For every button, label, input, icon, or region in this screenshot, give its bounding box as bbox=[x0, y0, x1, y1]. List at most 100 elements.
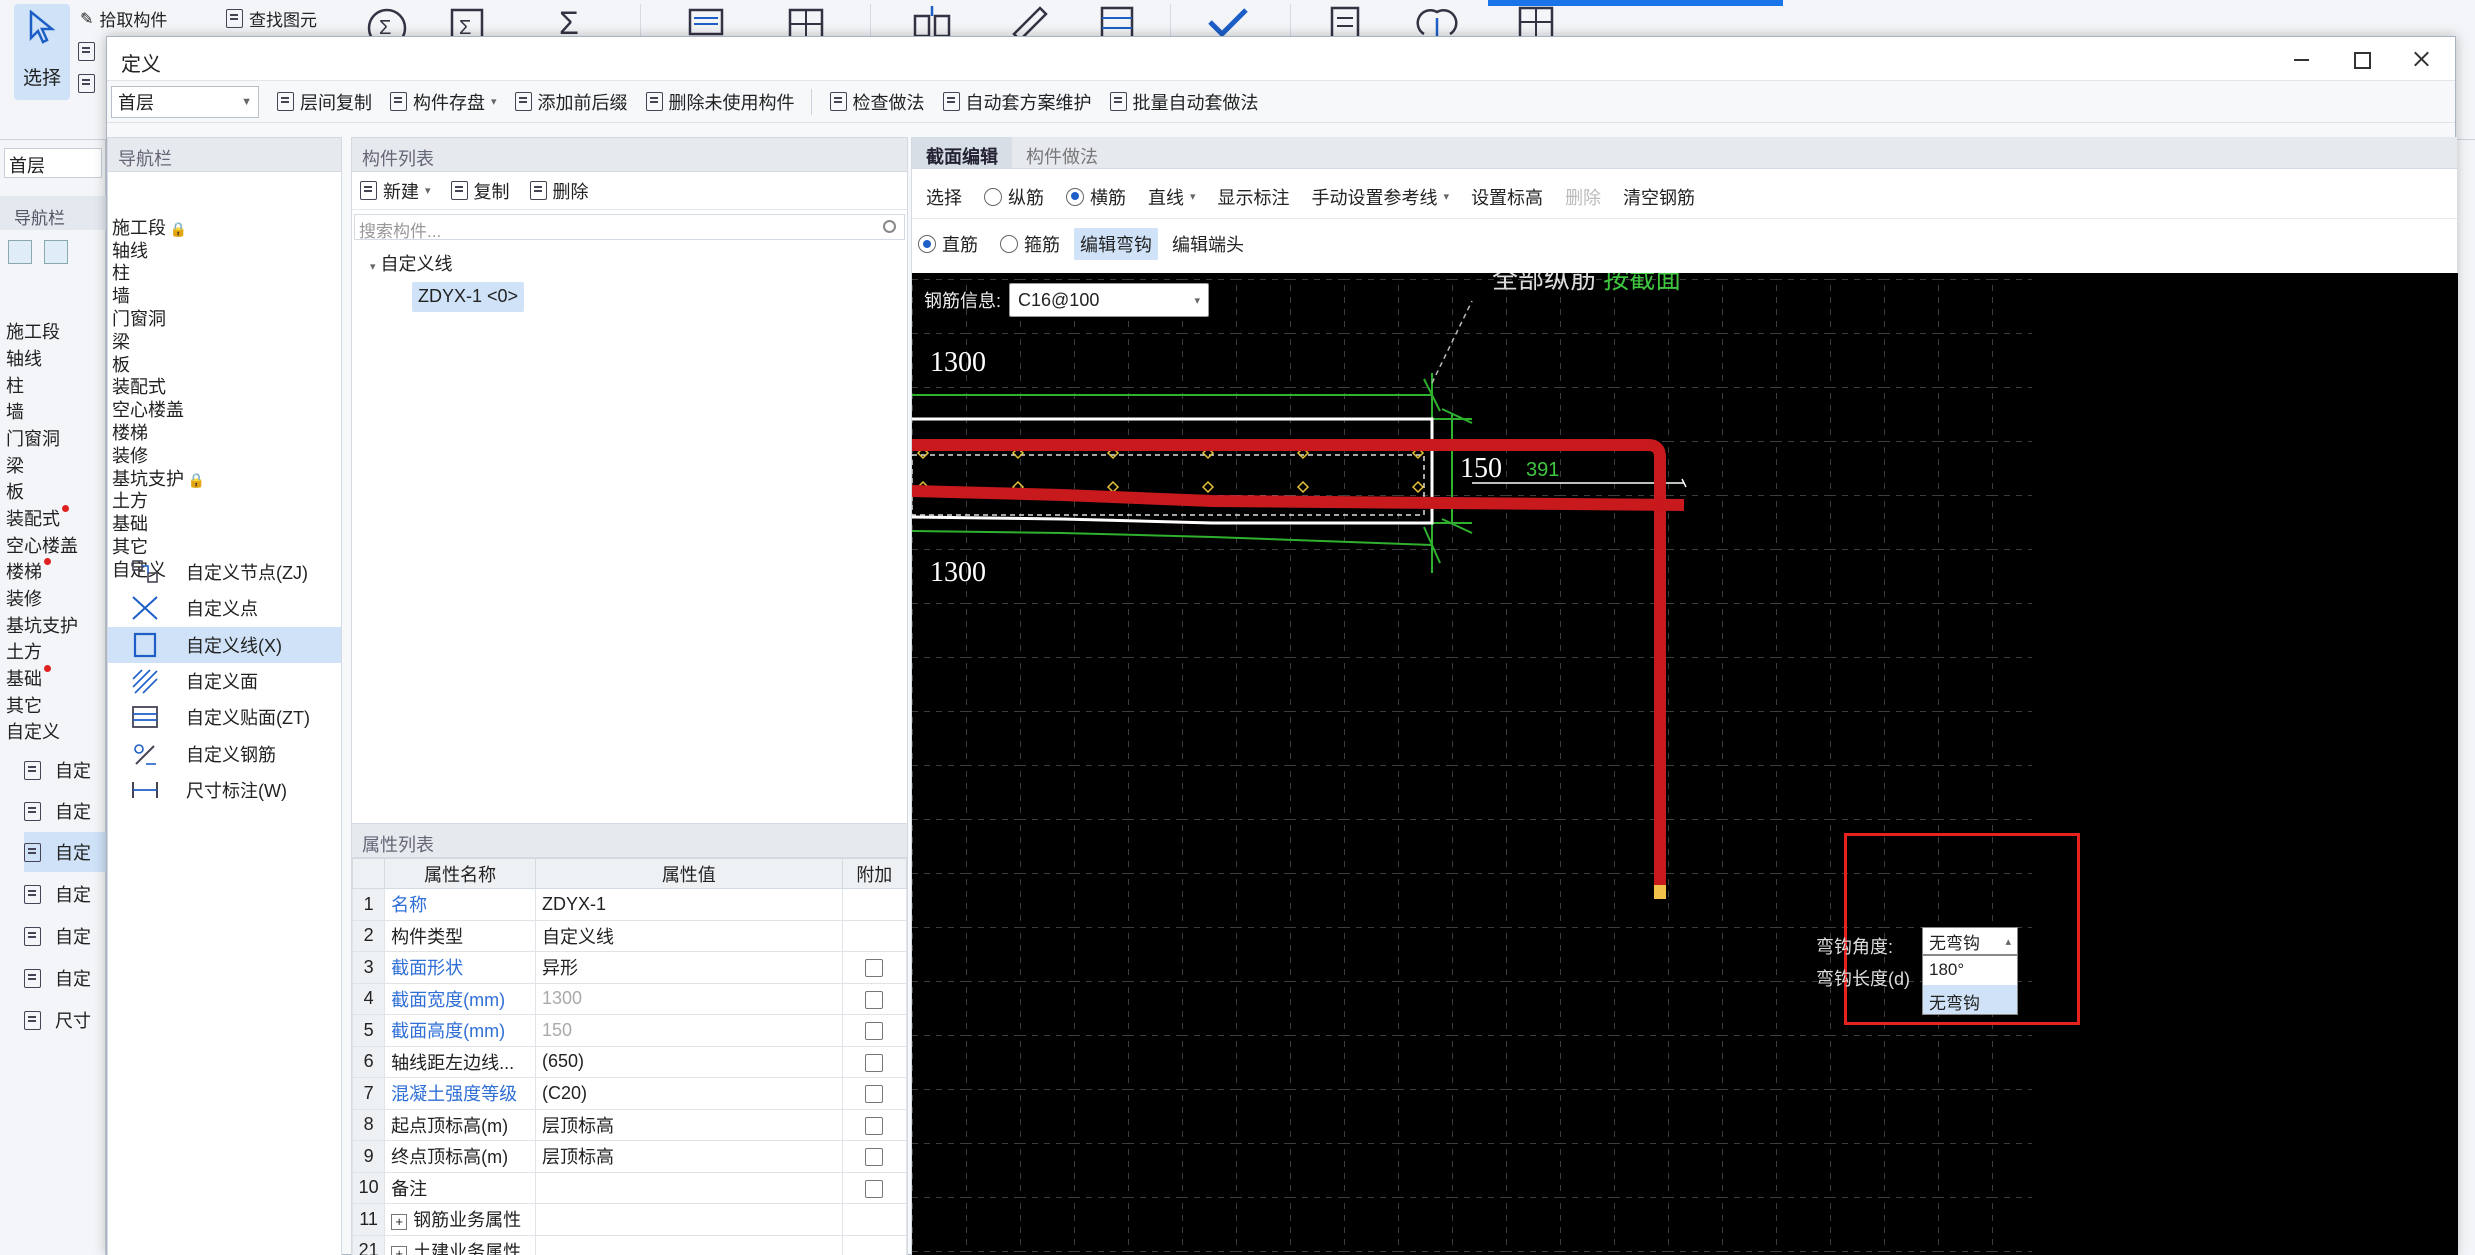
extra-checkbox[interactable] bbox=[865, 1053, 884, 1072]
table-row[interactable]: 9 终点顶标高(m) 层顶标高 bbox=[351, 1140, 908, 1173]
nav-sub-item-0[interactable]: 自定义节点(ZJ) bbox=[108, 554, 341, 590]
find-element-button[interactable]: 查找图元 bbox=[226, 6, 317, 31]
table-row[interactable]: 21 + 土建业务属性 bbox=[351, 1234, 908, 1255]
tree-node-custom-line[interactable]: ▾ 自定义线 bbox=[370, 250, 453, 276]
extra-checkbox[interactable] bbox=[865, 1116, 884, 1135]
background-sub-item[interactable]: 自定 bbox=[24, 750, 106, 790]
background-sub-item[interactable]: 自定 bbox=[24, 958, 106, 998]
cloud-icon[interactable] bbox=[1410, 4, 1464, 38]
extra-checkbox[interactable] bbox=[865, 990, 884, 1009]
nav-sub-item-6[interactable]: 尺寸标注(W) bbox=[108, 772, 341, 808]
property-value[interactable]: 层顶标高 bbox=[534, 1140, 843, 1173]
table-row[interactable]: 6 轴线距左边线... (650) bbox=[351, 1045, 908, 1078]
table-row[interactable]: 7 混凝土强度等级 (C20) bbox=[351, 1077, 908, 1110]
background-nav-item[interactable]: 基础 bbox=[6, 665, 51, 691]
background-sub-item[interactable]: 自定 bbox=[24, 874, 106, 914]
show-dimension-button[interactable]: 显示标注 bbox=[1218, 184, 1290, 210]
stirrup-radio[interactable]: 箍筋 bbox=[1000, 231, 1060, 257]
edit-hook-button[interactable]: 编辑弯钩 bbox=[1074, 228, 1158, 260]
property-value[interactable]: ZDYX-1 bbox=[534, 888, 843, 921]
hook-option-none[interactable]: 无弯钩 bbox=[1923, 985, 2017, 1014]
list-tool-icon[interactable] bbox=[78, 74, 95, 93]
grid-icon[interactable] bbox=[780, 4, 834, 38]
table-row[interactable]: 8 起点顶标高(m) 层顶标高 bbox=[351, 1108, 908, 1141]
background-nav-item[interactable]: 装配式 bbox=[6, 505, 69, 531]
frame-icon[interactable] bbox=[1090, 4, 1144, 38]
pick-component-button[interactable]: ✎ 拾取构件 bbox=[80, 6, 167, 31]
expand-plus-icon[interactable]: + bbox=[391, 1245, 408, 1255]
background-nav-item[interactable]: 轴线 bbox=[6, 345, 42, 371]
extra-checkbox[interactable] bbox=[865, 1085, 884, 1103]
extra-checkbox[interactable] bbox=[865, 1179, 884, 1198]
background-nav-item[interactable]: 墙 bbox=[6, 398, 24, 424]
property-value[interactable]: 层顶标高 bbox=[534, 1108, 843, 1141]
property-value[interactable] bbox=[534, 1234, 843, 1255]
toolbar-button-6[interactable]: 批量自动套做法 bbox=[1109, 89, 1259, 115]
pin-icon[interactable] bbox=[8, 240, 32, 264]
sum-box-icon[interactable]: Σ bbox=[440, 4, 494, 38]
background-nav-item[interactable]: 装修 bbox=[6, 585, 42, 611]
table-row[interactable]: 11 + 钢筋业务属性 bbox=[351, 1203, 908, 1236]
table-row[interactable]: 1 名称 ZDYX-1 bbox=[351, 888, 908, 921]
expand-plus-icon[interactable]: + bbox=[391, 1214, 408, 1231]
pen-icon[interactable] bbox=[1000, 4, 1054, 38]
background-nav-item[interactable]: 其它 bbox=[6, 692, 42, 718]
select-button[interactable]: 选择 bbox=[926, 184, 962, 210]
longitudinal-radio[interactable]: 纵筋 bbox=[984, 184, 1044, 210]
toolbar-button-0[interactable]: 层间复制 bbox=[277, 89, 372, 115]
extra-checkbox[interactable] bbox=[865, 1148, 884, 1166]
sigma-icon[interactable]: Σ bbox=[545, 4, 599, 38]
floor-select[interactable]: 首层 ▼ bbox=[111, 85, 259, 118]
transverse-radio[interactable]: 横筋 bbox=[1066, 184, 1126, 210]
property-value[interactable]: 1300 bbox=[534, 982, 843, 1015]
background-nav-item[interactable]: 板 bbox=[6, 478, 24, 504]
nav-sub-item-4[interactable]: 自定义贴面(ZT) bbox=[108, 699, 341, 735]
grid-table-icon[interactable] bbox=[1510, 4, 1564, 38]
hook-angle-select[interactable]: 无弯钩 ▴ bbox=[1922, 927, 2018, 955]
extra-checkbox[interactable] bbox=[865, 959, 884, 977]
background-sub-item[interactable]: 自定 bbox=[24, 832, 106, 872]
background-nav-item[interactable]: 施工段 bbox=[6, 318, 60, 344]
background-nav-item[interactable]: 空心楼盖 bbox=[6, 532, 78, 558]
tab-component-method[interactable]: 构件做法 bbox=[1012, 137, 1112, 168]
property-value[interactable] bbox=[534, 1171, 843, 1204]
rebar-info-select[interactable]: C16@100 ▾ bbox=[1009, 283, 1210, 317]
nav-sub-item-1[interactable]: 自定义点 bbox=[108, 590, 341, 626]
background-sub-item[interactable]: 自定 bbox=[24, 916, 106, 956]
nav-sub-item-5[interactable]: 自定义钢筋 bbox=[108, 736, 341, 772]
property-value[interactable]: (C20) bbox=[534, 1077, 843, 1110]
background-nav-item[interactable]: 基坑支护 bbox=[6, 612, 78, 638]
tree-item-zdyx-1[interactable]: ZDYX-1 <0> bbox=[412, 282, 525, 312]
set-elevation-button[interactable]: 设置标高 bbox=[1471, 184, 1543, 210]
background-floor-select[interactable]: 首层 bbox=[4, 148, 102, 178]
copy-component-button[interactable]: 复制 bbox=[450, 178, 510, 204]
edit-end-button[interactable]: 编辑端头 bbox=[1172, 231, 1244, 257]
property-value[interactable]: 150 bbox=[534, 1014, 843, 1047]
delete-rebar-button[interactable]: 删除 bbox=[1565, 184, 1601, 210]
background-nav-item[interactable]: 土方 bbox=[6, 638, 42, 664]
nav-sub-item-3[interactable]: 自定义面 bbox=[108, 663, 341, 699]
layout-icon[interactable] bbox=[905, 4, 959, 38]
background-nav-item[interactable]: 楼梯 bbox=[6, 558, 51, 584]
toolbar-button-1[interactable]: 构件存盘 ▾ bbox=[390, 89, 497, 115]
background-nav-item[interactable]: 柱 bbox=[6, 372, 24, 398]
report-icon[interactable] bbox=[1320, 4, 1374, 38]
nav-sub-item-2[interactable]: 自定义线(X) bbox=[108, 626, 341, 663]
toolbar-button-2[interactable]: 添加前后缀 bbox=[514, 89, 628, 115]
select-tool-button[interactable]: 选择 bbox=[14, 4, 70, 100]
maximize-button[interactable] bbox=[2347, 45, 2375, 73]
background-nav-item[interactable]: 梁 bbox=[6, 452, 24, 478]
table-row[interactable]: 2 构件类型 自定义线 bbox=[351, 919, 908, 952]
close-button[interactable] bbox=[2407, 45, 2435, 73]
table-row[interactable]: 4 截面宽度(mm) 1300 bbox=[351, 982, 908, 1015]
hook-option-180[interactable]: 180° bbox=[1923, 956, 2017, 985]
drawing-canvas[interactable]: 全部纵筋 按截面 钢筋信息: C16@100 ▾ 1300 1300 150 3… bbox=[912, 273, 2458, 1255]
minimize-button[interactable] bbox=[2287, 45, 2315, 73]
table-row[interactable]: 5 截面高度(mm) 150 bbox=[351, 1014, 908, 1047]
toolbar-button-4[interactable]: 检查做法 bbox=[829, 89, 925, 115]
tab-section-edit[interactable]: 截面编辑 bbox=[912, 137, 1012, 168]
component-search-input[interactable]: 搜索构件... bbox=[354, 214, 905, 241]
property-value[interactable] bbox=[534, 1203, 843, 1236]
new-component-button[interactable]: 新建 ▾ bbox=[360, 178, 431, 204]
toolbar-button-3[interactable]: 删除未使用构件 bbox=[645, 89, 795, 115]
